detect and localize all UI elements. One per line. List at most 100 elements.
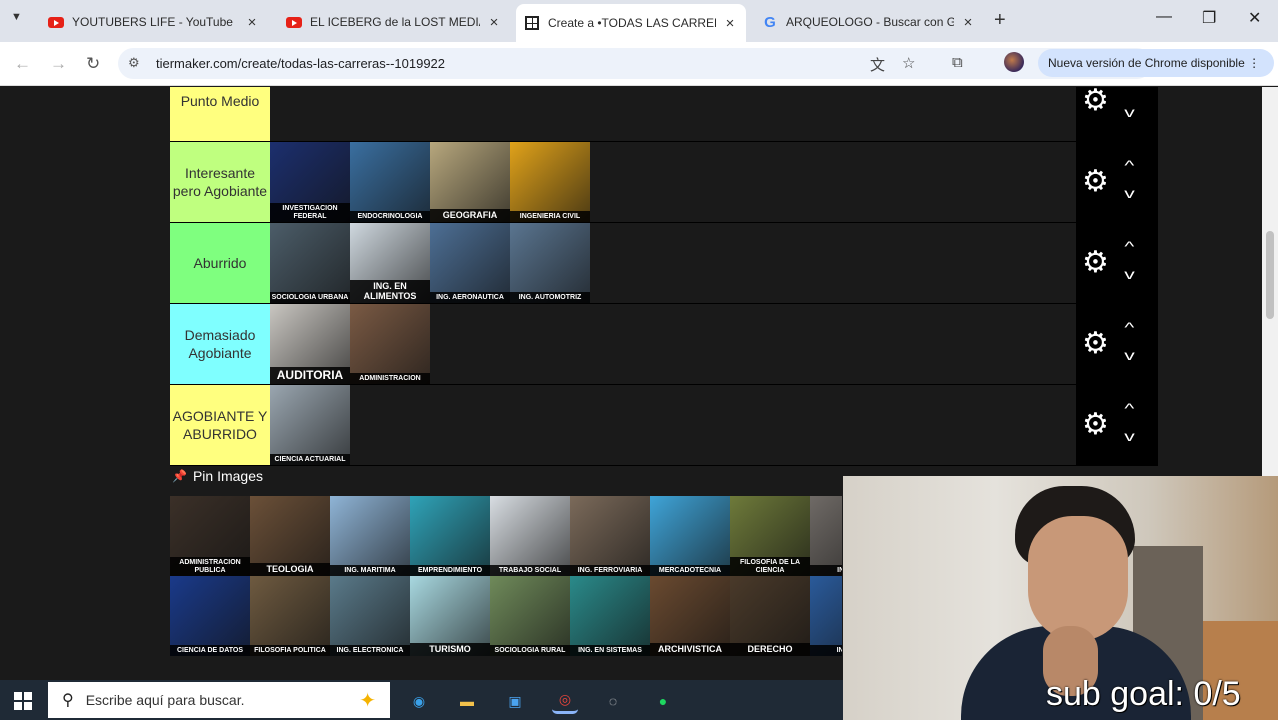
move-tier-down-icon[interactable]: v: [1124, 428, 1135, 444]
tab-search-dropdown-icon[interactable]: ▼: [11, 11, 22, 23]
tier-item-image[interactable]: Ing. pe: [810, 496, 842, 576]
spotify-icon[interactable]: ●: [650, 688, 676, 714]
tier-drop-zone[interactable]: Ciencia actuarial: [270, 385, 1076, 465]
tier-item-image[interactable]: Ing. automotriz: [510, 223, 590, 303]
move-tier-down-icon[interactable]: v: [1124, 347, 1135, 363]
tier-item-image[interactable]: Emprendimiento: [410, 496, 490, 576]
tier-item-image[interactable]: Filosofia de la ciencia: [730, 496, 810, 576]
move-tier-down-icon[interactable]: v: [1124, 104, 1135, 120]
tier-item-image[interactable]: Ciencia actuarial: [270, 385, 350, 465]
translate-icon[interactable]: 文: [870, 54, 885, 75]
tier-label[interactable]: Demasiado Agobiante: [170, 304, 270, 384]
new-tab-button[interactable]: +: [994, 9, 1006, 32]
tier-item-image[interactable]: Geografia: [430, 142, 510, 222]
site-info-icon[interactable]: ⚙: [128, 55, 140, 71]
obs-icon[interactable]: ◌: [600, 688, 626, 714]
reload-icon[interactable]: ↻: [86, 54, 100, 74]
tier-item-image[interactable]: Archivistica: [650, 576, 730, 656]
close-tab-icon[interactable]: ×: [486, 14, 502, 31]
tier-item-image[interactable]: Mercadotecnia: [650, 496, 730, 576]
scrollbar-thumb[interactable]: [1266, 231, 1274, 319]
tab-google-search[interactable]: G ARQUEOLOGO - Buscar con Go ×: [754, 6, 984, 38]
tier-label[interactable]: Aburrido: [170, 223, 270, 303]
tab-youtubers-life[interactable]: YOUTUBERS LIFE - YouTube ×: [40, 6, 268, 38]
tier-item-image[interactable]: Teologia: [250, 496, 330, 576]
profile-avatar[interactable]: [1004, 52, 1024, 72]
tier-item-image[interactable]: Ing. ferroviaria: [570, 496, 650, 576]
taskbar-search-box[interactable]: ⚲ Escribe aquí para buscar. ✦: [48, 682, 390, 718]
close-tab-icon[interactable]: ×: [722, 15, 738, 32]
tier-list: Punto Medio ⚙ ^ v Interesante pero Agobiante…: [170, 87, 1158, 466]
close-tab-icon[interactable]: ×: [960, 14, 976, 31]
tab-tiermaker[interactable]: Create a •TODAS LAS CARRERAS ×: [516, 4, 746, 42]
window-close-icon[interactable]: ✕: [1248, 8, 1261, 28]
tier-item-image[interactable]: Ing. co: [810, 576, 842, 656]
tier-item-image[interactable]: Administracion: [350, 304, 430, 384]
gear-icon[interactable]: ⚙: [1082, 87, 1109, 116]
tier-row: Aburrido Sociologia urbana Ing. en aliment…: [170, 223, 1158, 304]
gear-icon[interactable]: ⚙: [1082, 248, 1109, 278]
tier-item-caption: Turismo: [410, 642, 490, 656]
back-icon[interactable]: ←: [14, 54, 31, 74]
tier-label[interactable]: Punto Medio: [170, 87, 270, 141]
update-chrome-button[interactable]: Nueva versión de Chrome disponible ⋮: [1038, 49, 1274, 77]
tier-drop-zone[interactable]: Sociologia urbana Ing. en alimentos Ing. a…: [270, 223, 1076, 303]
tier-item-image[interactable]: Auditoria: [270, 304, 350, 384]
move-tier-down-icon[interactable]: v: [1124, 185, 1135, 201]
gear-icon[interactable]: ⚙: [1082, 167, 1109, 197]
restore-icon[interactable]: ❐: [1202, 8, 1216, 28]
edge-icon[interactable]: ◉: [406, 688, 432, 714]
tier-item-image[interactable]: Filosofia politica: [250, 576, 330, 656]
move-tier-up-icon[interactable]: ^: [1124, 400, 1134, 416]
windows-start-icon[interactable]: [14, 692, 32, 710]
pin-images-header[interactable]: 📌 Pin Images: [172, 468, 263, 484]
tier-item-image[interactable]: Ing. aeronautica: [430, 223, 510, 303]
move-tier-up-icon[interactable]: ^: [1124, 87, 1134, 92]
store-icon[interactable]: ▣: [502, 688, 528, 714]
tier-drop-zone[interactable]: Investigacion federal Endocrinologia Geogr…: [270, 142, 1076, 222]
tier-item-image[interactable]: Administracion publica: [170, 496, 250, 576]
tier-item-image[interactable]: Sociologia urbana: [270, 223, 350, 303]
tier-item-caption: Investigacion federal: [270, 203, 350, 222]
youtube-icon: [48, 14, 64, 30]
tier-item-image[interactable]: Ing. electronica: [330, 576, 410, 656]
bookmark-star-icon[interactable]: ☆: [902, 54, 915, 72]
tier-item-caption: Ing. automotriz: [510, 291, 590, 303]
extensions-icon[interactable]: ⧉: [952, 54, 963, 71]
forward-icon[interactable]: →: [50, 54, 67, 74]
tier-item-image[interactable]: Sociologia rural: [490, 576, 570, 656]
tier-row: Punto Medio ⚙ ^ v: [170, 87, 1158, 142]
tab-iceberg[interactable]: EL ICEBERG de la LOST MEDIA ×: [278, 6, 510, 38]
tier-item-caption: Ciencia de datos: [170, 644, 250, 656]
tab-title: EL ICEBERG de la LOST MEDIA: [310, 15, 480, 29]
chrome-icon[interactable]: ◎: [552, 688, 578, 714]
move-tier-down-icon[interactable]: v: [1124, 266, 1135, 282]
tier-drop-zone[interactable]: [270, 87, 1076, 141]
tier-item-image[interactable]: Trabajo social: [490, 496, 570, 576]
tier-item-image[interactable]: Endocrinologia: [350, 142, 430, 222]
tier-item-image[interactable]: Ing. en sistemas: [570, 576, 650, 656]
gear-icon[interactable]: ⚙: [1082, 329, 1109, 359]
close-tab-icon[interactable]: ×: [244, 14, 260, 31]
tier-item-image[interactable]: Turismo: [410, 576, 490, 656]
tier-drop-zone[interactable]: Auditoria Administracion: [270, 304, 1076, 384]
url-text: tiermaker.com/create/todas-las-carreras-…: [156, 56, 446, 71]
tier-item-image[interactable]: Ciencia de datos: [170, 576, 250, 656]
tier-item-image[interactable]: Ingenieria civil: [510, 142, 590, 222]
tier-item-caption: Sociologia rural: [490, 644, 570, 656]
move-tier-up-icon[interactable]: ^: [1124, 319, 1134, 335]
tier-item-image[interactable]: Ing. en alimentos: [350, 223, 430, 303]
image-pool: Administracion publica Teologia Ing. marit…: [170, 496, 842, 680]
tier-item-image[interactable]: Derecho: [730, 576, 810, 656]
file-explorer-icon[interactable]: ▬: [454, 688, 480, 714]
address-bar[interactable]: ⚙ tiermaker.com/create/todas-las-carrera…: [118, 48, 1152, 79]
move-tier-up-icon[interactable]: ^: [1124, 157, 1134, 173]
tier-item-image[interactable]: Investigacion federal: [270, 142, 350, 222]
tier-label[interactable]: Interesante pero Agobiante: [170, 142, 270, 222]
move-tier-up-icon[interactable]: ^: [1124, 238, 1134, 254]
tier-item-caption: Filosofia de la ciencia: [730, 557, 810, 576]
gear-icon[interactable]: ⚙: [1082, 410, 1109, 440]
tier-label[interactable]: AGOBIANTE Y ABURRIDO: [170, 385, 270, 465]
minimize-icon[interactable]: —: [1156, 8, 1172, 26]
tier-item-image[interactable]: Ing. maritima: [330, 496, 410, 576]
